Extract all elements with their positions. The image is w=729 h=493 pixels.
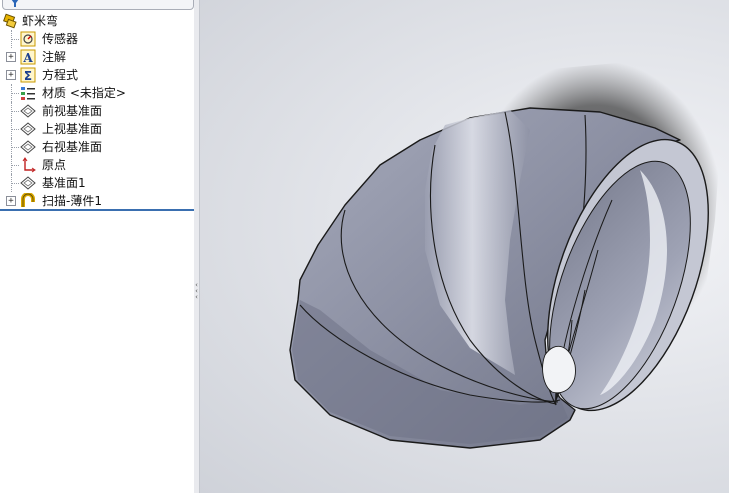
tree-item-label: 方程式 [42,68,79,82]
tree-item-label: 扫描-薄件1 [42,194,102,208]
collapse-arrows-icon[interactable]: ‹ ‹ ‹ [194,282,199,308]
model-render[interactable] [200,0,729,493]
tree-item-equations[interactable]: + Σ 方程式 [0,66,194,84]
tree-item-right-plane[interactable]: 右视基准面 [0,138,194,156]
material-icon [21,87,35,100]
tree-item-label: 前视基准面 [42,104,103,118]
tree-item-plane1[interactable]: 基准面1 [0,174,194,192]
plane-icon [20,104,36,118]
plane-icon [20,140,36,154]
tree-item-label: 基准面1 [42,176,86,190]
tree-item-material[interactable]: 材质 <未指定> [0,84,194,102]
expand-toggle[interactable]: + [6,70,16,80]
feature-filter-bar[interactable] [2,0,194,10]
through-hole [542,345,576,394]
filter-icon[interactable] [11,0,19,7]
tree-item-top-plane[interactable]: 上视基准面 [0,120,194,138]
feature-tree: 虾米弯 传感器 + A 注解 + Σ 方程式 材质 <未指定> 前视基准面 上视… [0,12,194,210]
svg-text:Σ: Σ [24,69,32,83]
part-icon [3,13,17,29]
feature-manager-panel: 虾米弯 传感器 + A 注解 + Σ 方程式 材质 <未指定> 前视基准面 上视… [0,0,195,493]
origin-icon [22,157,36,173]
plane-icon [20,176,36,190]
annotation-icon: A [20,49,36,65]
part-name-label: 虾米弯 [22,14,59,28]
tree-item-front-plane[interactable]: 前视基准面 [0,102,194,120]
equation-icon: Σ [20,67,36,83]
rollback-bar[interactable] [0,209,194,211]
sensor-icon [20,31,36,47]
svg-text:A: A [22,51,33,65]
tree-item-label: 传感器 [42,32,79,46]
tree-item-part[interactable]: 虾米弯 [0,12,194,30]
expand-toggle[interactable]: + [6,196,16,206]
tree-item-sensors[interactable]: 传感器 [0,30,194,48]
tree-item-label: 上视基准面 [42,122,103,136]
tree-item-annotations[interactable]: + A 注解 [0,48,194,66]
tree-item-label: 注解 [42,50,67,64]
tree-item-label: 右视基准面 [42,140,103,154]
expand-toggle[interactable]: + [6,52,16,62]
tree-item-origin[interactable]: 原点 [0,156,194,174]
sweep-thin-icon [21,193,35,207]
tree-item-label: 原点 [42,158,67,172]
tree-item-sweep-thin1[interactable]: + 扫描-薄件1 [0,192,194,210]
tree-item-label: 材质 <未指定> [42,86,126,100]
plane-icon [20,122,36,136]
graphics-viewport[interactable] [200,0,729,493]
